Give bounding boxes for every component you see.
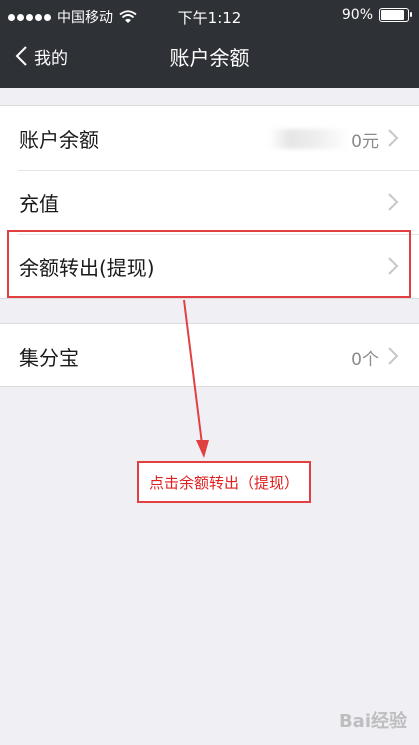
row-withdraw[interactable]: 余额转出(提现) [0, 234, 419, 298]
row-label: 集分宝 [19, 346, 79, 370]
annotation-callout: 点击余额转出（提现） [137, 461, 311, 503]
balance-group: 账户余额 0元 充值 余额转出(提现) [0, 105, 419, 299]
points-group: 集分宝 0个 [0, 323, 419, 387]
back-button[interactable]: 我的 [14, 40, 68, 72]
blurred-amount [269, 129, 349, 149]
chevron-right-icon [388, 347, 399, 365]
chevron-right-icon [388, 129, 399, 147]
annotation-text: 点击余额转出（提现） [148, 473, 299, 492]
status-bar: 中国移动 下午1:12 90% [0, 0, 419, 32]
chevron-left-icon [15, 46, 27, 66]
top-bar: 中国移动 下午1:12 90% 我的 账户余额 [0, 0, 419, 88]
row-value: 0元 [351, 132, 379, 152]
row-label: 余额转出(提现) [19, 256, 155, 280]
row-label: 充值 [19, 192, 59, 216]
chevron-right-icon [388, 193, 399, 211]
row-value: 0个 [351, 350, 379, 370]
watermark: Bai经验 [338, 711, 407, 732]
row-jifenbao[interactable]: 集分宝 0个 [0, 324, 419, 388]
row-label: 账户余额 [19, 128, 99, 152]
battery-percent: 90% [341, 7, 373, 23]
row-account-balance[interactable]: 账户余额 0元 [0, 106, 419, 170]
row-recharge[interactable]: 充值 [0, 170, 419, 234]
battery-icon [379, 8, 412, 22]
back-label: 我的 [34, 48, 68, 69]
chevron-right-icon [388, 257, 399, 275]
